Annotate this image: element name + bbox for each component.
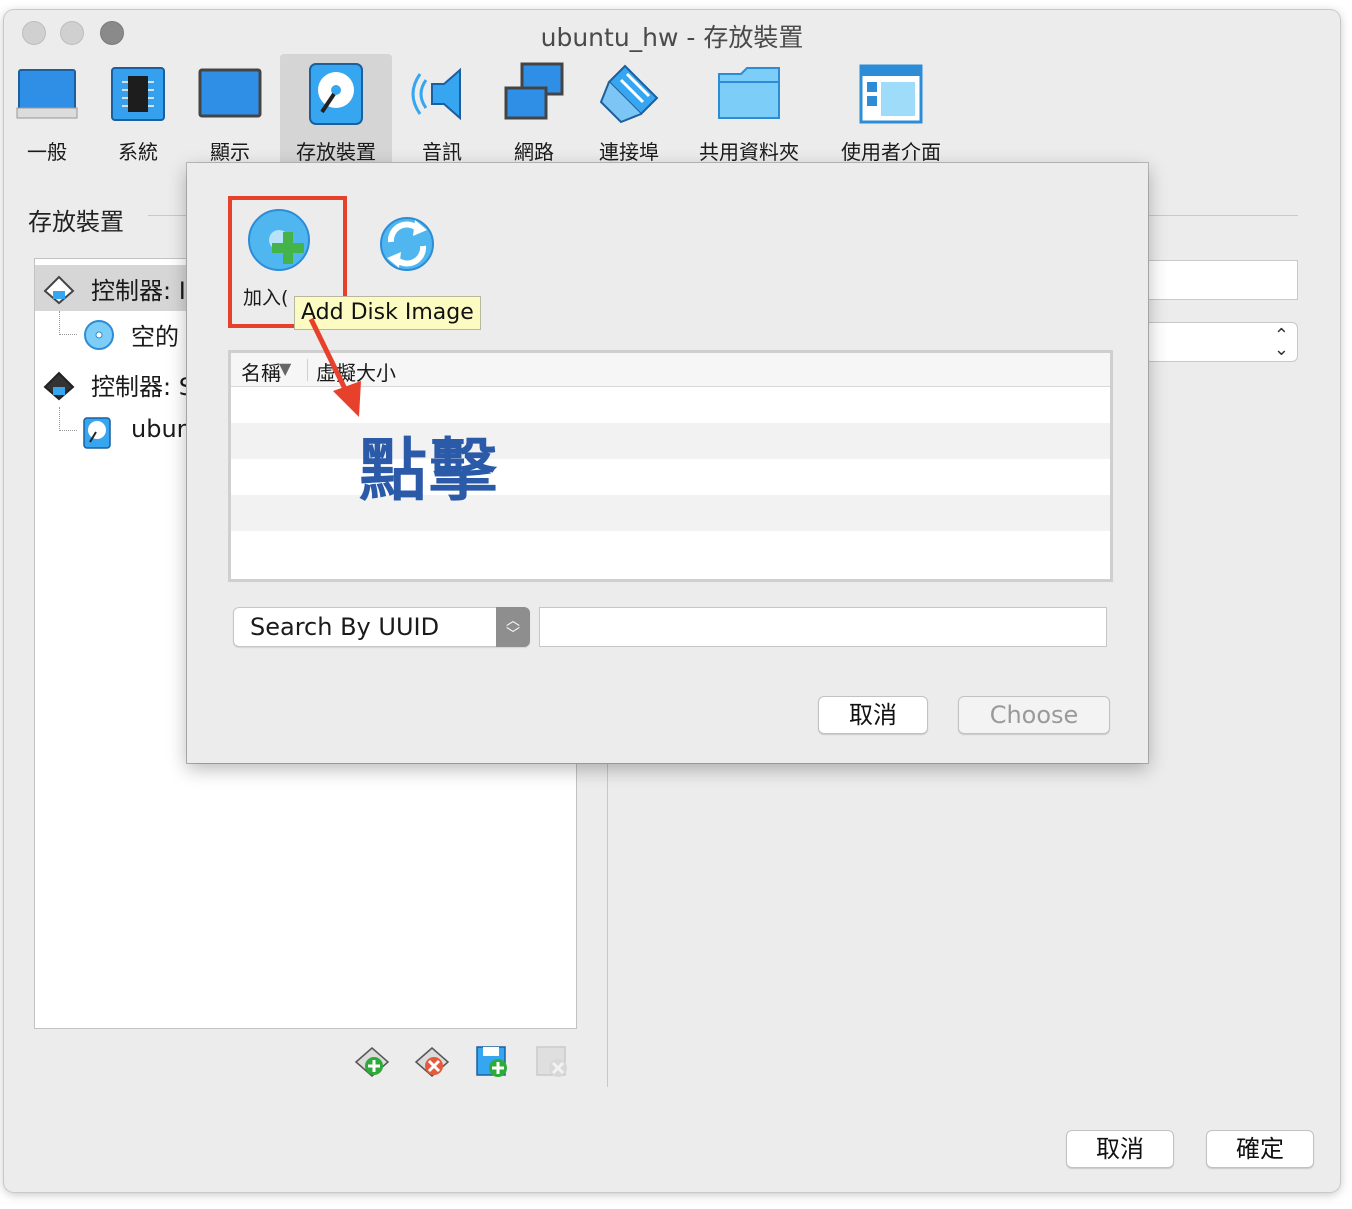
column-separator	[307, 359, 308, 381]
list-header: 名稱 ▼ 虛擬大小	[231, 353, 1110, 387]
tab-system[interactable]: 系統	[98, 54, 178, 174]
display-monitor-icon	[198, 68, 262, 118]
tooltip: Add Disk Image	[294, 296, 481, 330]
attribute-type-select[interactable]: ⌃ ⌄	[1144, 322, 1298, 362]
dialog-cancel-button[interactable]: 取消	[818, 696, 928, 734]
tree-item-label: ubun	[131, 415, 192, 443]
tree-item-label: 控制器: S	[91, 373, 194, 401]
tree-item-label: 空的	[131, 323, 179, 351]
search-mode-value: Search By UUID	[250, 613, 440, 641]
ok-button[interactable]: 確定	[1206, 1130, 1314, 1168]
tab-ports-label: 連接埠	[599, 140, 659, 164]
remove-controller-icon[interactable]	[414, 1044, 450, 1080]
sort-descending-icon: ▼	[279, 359, 292, 378]
choose-button[interactable]: Choose	[958, 696, 1110, 734]
general-icon	[16, 69, 78, 119]
settings-toolbar: 一般 系統 顯示 存放裝置 音訊 網路 連接埠 共用資料夾 使用者介面	[4, 54, 1340, 174]
window-title: ubuntu_hw - 存放裝置	[540, 23, 804, 52]
tab-audio[interactable]: 音訊	[402, 54, 482, 174]
list-row	[231, 531, 1110, 567]
section-title: 存放裝置	[28, 208, 124, 236]
tab-ports[interactable]: 連接埠	[584, 54, 674, 174]
tab-storage-label: 存放裝置	[296, 140, 376, 164]
optical-disc-icon	[84, 320, 114, 350]
add-attachment-icon[interactable]	[474, 1044, 510, 1080]
user-interface-icon	[859, 64, 923, 124]
tab-display[interactable]: 顯示	[188, 54, 272, 174]
shared-folder-icon	[718, 67, 780, 119]
controller-icon	[43, 371, 75, 401]
tab-user-interface[interactable]: 使用者介面	[830, 54, 952, 174]
search-mode-select[interactable]: Search By UUID ︿ ﹀	[233, 607, 530, 647]
tab-shared-folders[interactable]: 共用資料夾	[690, 54, 808, 174]
audio-speaker-icon	[411, 67, 461, 121]
column-header-size[interactable]: 虛擬大小	[316, 357, 396, 386]
refresh-icon[interactable]	[375, 208, 439, 276]
storage-disk-icon	[309, 63, 363, 125]
tab-display-label: 顯示	[210, 140, 250, 164]
hard-disk-icon	[83, 417, 111, 449]
tab-audio-label: 音訊	[422, 140, 462, 164]
tab-system-label: 系統	[118, 140, 158, 164]
tab-general-label: 一般	[27, 140, 67, 164]
tab-network-label: 網路	[514, 140, 554, 164]
network-icon	[504, 62, 564, 120]
chevron-updown-icon: ⌃ ⌄	[1273, 325, 1289, 360]
column-header-name[interactable]: 名稱	[241, 357, 281, 386]
stepper-chevron-icon: ︿ ﹀	[496, 607, 530, 647]
remove-attachment-icon[interactable]	[534, 1044, 570, 1080]
tab-user-interface-label: 使用者介面	[841, 140, 941, 164]
controller-icon	[43, 275, 75, 305]
tab-network[interactable]: 網路	[494, 54, 574, 174]
add-controller-icon[interactable]	[354, 1044, 390, 1080]
search-input[interactable]	[539, 607, 1107, 647]
title-bar: ubuntu_hw - 存放裝置	[4, 10, 1340, 54]
attribute-name-field[interactable]	[1144, 260, 1298, 300]
tab-general[interactable]: 一般	[4, 54, 90, 174]
system-chip-icon	[111, 67, 165, 121]
tree-item-label: 控制器: I	[91, 277, 186, 305]
disk-selector-dialog: 加入( Add Disk Image 名稱 ▼ 虛擬大小 點擊 Search B…	[187, 163, 1148, 763]
ports-icon	[599, 64, 659, 124]
cancel-button[interactable]: 取消	[1066, 1130, 1174, 1168]
annotation-text: 點擊	[359, 432, 500, 511]
tab-storage[interactable]: 存放裝置	[280, 54, 392, 174]
tab-shared-folders-label: 共用資料夾	[699, 140, 799, 164]
